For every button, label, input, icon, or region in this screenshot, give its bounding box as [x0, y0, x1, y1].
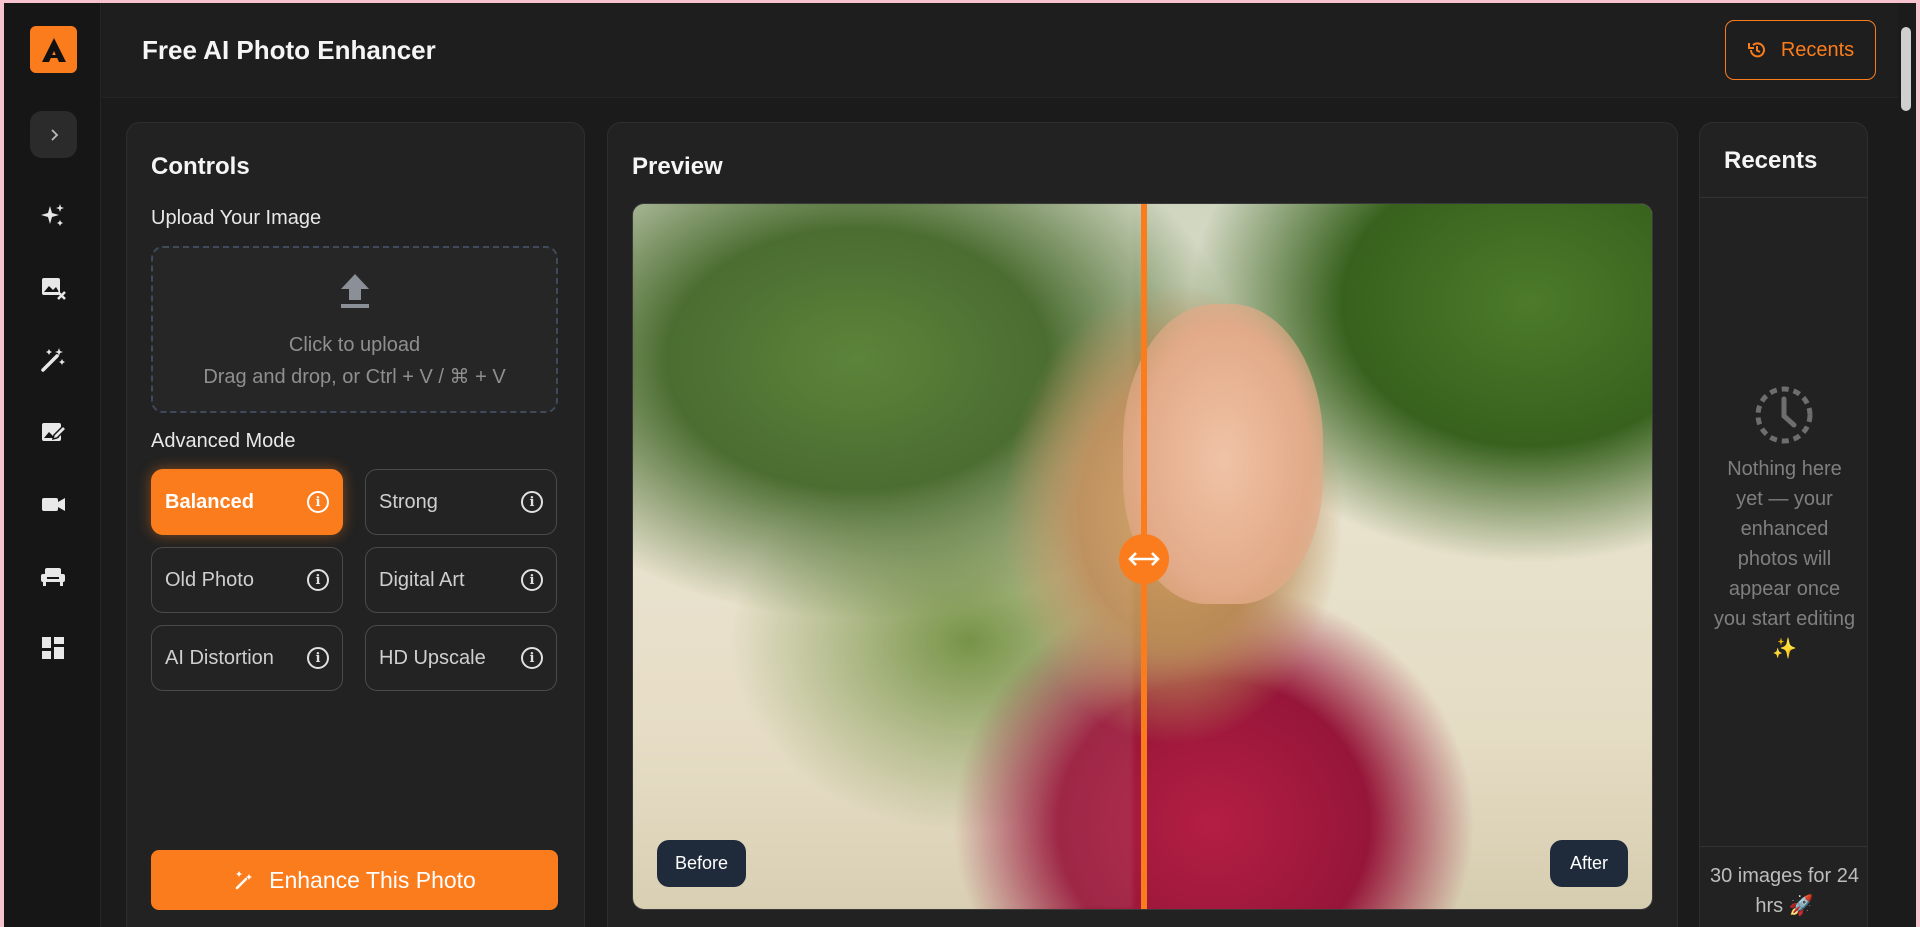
mode-digital-art-button[interactable]: Digital Art i: [365, 547, 557, 613]
controls-title: Controls: [151, 153, 250, 180]
arrows-horizontal-icon: [1128, 552, 1160, 566]
upload-dropzone[interactable]: Click to upload Drag and drop, or Ctrl +…: [151, 246, 558, 413]
info-icon[interactable]: i: [307, 569, 329, 591]
info-icon[interactable]: i: [307, 647, 329, 669]
info-icon[interactable]: i: [521, 491, 543, 513]
info-icon[interactable]: i: [521, 647, 543, 669]
magic-wand-icon: [41, 348, 65, 372]
controls-panel: Controls Upload Your Image Click to uplo…: [126, 122, 585, 927]
page-scrollbar[interactable]: [1898, 3, 1916, 927]
app-window: Free AI Photo Enhancer Recents Controls …: [4, 3, 1916, 927]
recents-button[interactable]: Recents: [1725, 20, 1876, 80]
image-edit-icon: [42, 423, 67, 441]
mode-old-photo-button[interactable]: Old Photo i: [151, 547, 343, 613]
sidebar-item-edit-image[interactable]: [38, 417, 68, 447]
upload-instruction: Click to upload: [288, 334, 421, 356]
mode-label: Strong: [379, 490, 438, 513]
recents-header: Recents: [1700, 123, 1867, 198]
mode-ai-distortion-button[interactable]: AI Distortion i: [151, 625, 343, 691]
sofa-icon: [41, 568, 65, 586]
comparison-slider-handle[interactable]: [1119, 534, 1169, 584]
history-icon: [1747, 42, 1765, 58]
top-bar: Free AI Photo Enhancer Recents: [102, 3, 1916, 98]
sidebar-item-video[interactable]: [38, 489, 68, 519]
before-label: Before: [657, 840, 746, 887]
mode-label: Digital Art: [379, 568, 465, 591]
sidebar-item-magic[interactable]: [38, 345, 68, 375]
before-after-comparison[interactable]: Before After: [632, 203, 1653, 910]
recents-empty-message: Nothing here yet — your enhanced photos …: [1713, 458, 1856, 660]
page-title: Free AI Photo Enhancer: [142, 35, 436, 65]
sidebar-item-interior[interactable]: [38, 561, 68, 591]
recents-title: Recents: [1724, 147, 1818, 174]
mode-label: AI Distortion: [165, 646, 274, 669]
enhance-photo-button[interactable]: Enhance This Photo: [151, 850, 558, 910]
chevron-right-icon: [50, 128, 58, 141]
app-logo[interactable]: [30, 26, 77, 73]
mode-label: Balanced: [165, 490, 254, 513]
mode-balanced-button[interactable]: Balanced i: [151, 469, 343, 535]
info-icon[interactable]: i: [521, 569, 543, 591]
sidebar-item-apps[interactable]: [38, 633, 68, 663]
recents-panel: Recents Nothing here yet — your enhanced…: [1699, 122, 1868, 927]
sidebar-item-remove-bg[interactable]: [38, 273, 68, 303]
scrollbar-thumb[interactable]: [1901, 27, 1911, 111]
upload-label: Upload Your Image: [151, 207, 322, 229]
sparkles-icon: [41, 204, 64, 226]
sidebar: [4, 3, 101, 927]
mode-label: Old Photo: [165, 568, 254, 591]
magic-wand-icon: [235, 871, 253, 890]
info-icon[interactable]: i: [307, 491, 329, 513]
preview-title: Preview: [632, 153, 723, 180]
mode-strong-button[interactable]: Strong i: [365, 469, 557, 535]
enhance-button-label: Enhance This Photo: [269, 866, 476, 893]
after-label: After: [1550, 840, 1628, 887]
upload-hint: Drag and drop, or Ctrl + V / ⌘ + V: [203, 366, 506, 388]
recents-button-label: Recents: [1780, 38, 1855, 61]
preview-panel: Preview Before After: [607, 122, 1678, 927]
recents-footer: 30 images for 24 hrs 🚀: [1700, 846, 1867, 927]
advanced-mode-label: Advanced Mode: [151, 430, 296, 452]
sidebar-item-enhance[interactable]: [38, 201, 68, 231]
mode-label: HD Upscale: [379, 646, 486, 669]
sidebar-toggle-button[interactable]: [30, 111, 77, 158]
video-camera-icon: [42, 498, 65, 511]
grid-icon: [42, 637, 64, 659]
image-remove-icon: [42, 278, 66, 300]
before-image-overlay: [633, 204, 1133, 909]
quota-text: 30 images for 24 hrs 🚀: [1710, 865, 1859, 917]
mode-hd-upscale-button[interactable]: HD Upscale i: [365, 625, 557, 691]
logo-icon: [41, 37, 66, 62]
clock-icon: [1755, 386, 1813, 444]
upload-icon: [341, 274, 369, 308]
